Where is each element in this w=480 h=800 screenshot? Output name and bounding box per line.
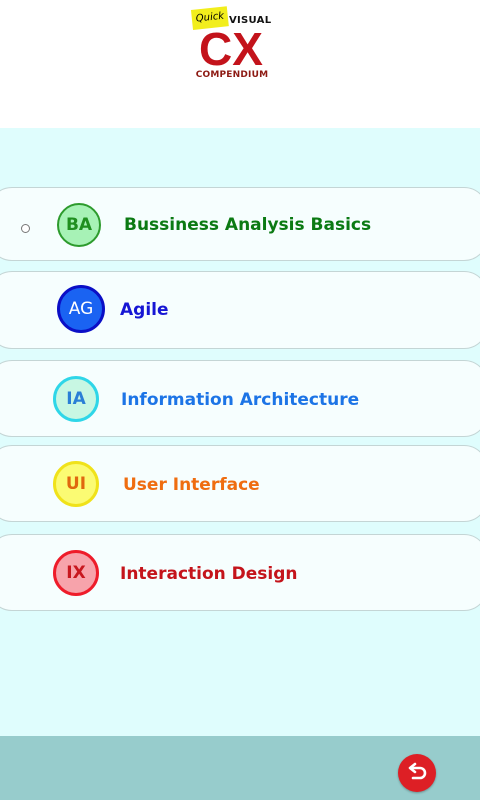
topic-badge-ag: AG [57,285,105,333]
undo-arrow-icon [408,762,427,780]
selection-indicator-icon [21,224,30,233]
topic-badge-ui: UI [53,461,99,507]
topic-badge-ia: IA [53,376,99,422]
topic-item-business-analysis[interactable]: BA Bussiness Analysis Basics [0,187,480,261]
topic-list: BA Bussiness Analysis Basics AG Agile IA… [0,128,480,736]
app-logo: Quick VISUAL CX COMPENDIUM [190,6,274,84]
topic-label: Bussiness Analysis Basics [124,215,372,235]
topic-label: Interaction Design [120,564,298,584]
topic-item-user-interface[interactable]: UI User Interface [0,445,480,522]
logo-subtitle: COMPENDIUM [195,70,269,80]
back-button[interactable] [398,754,436,792]
app-header: Quick VISUAL CX COMPENDIUM [0,0,480,128]
topic-item-interaction-design[interactable]: IX Interaction Design [0,534,480,611]
topic-item-agile[interactable]: AG Agile [0,271,480,349]
topic-badge-ba: BA [57,203,101,247]
topic-label: User Interface [123,475,260,495]
logo-title: CX [199,23,263,75]
topic-label: Information Architecture [121,390,360,410]
topic-item-information-architecture[interactable]: IA Information Architecture [0,360,480,437]
topic-badge-ix: IX [53,550,99,596]
bottom-bar [0,736,480,800]
topic-label: Agile [120,300,169,320]
